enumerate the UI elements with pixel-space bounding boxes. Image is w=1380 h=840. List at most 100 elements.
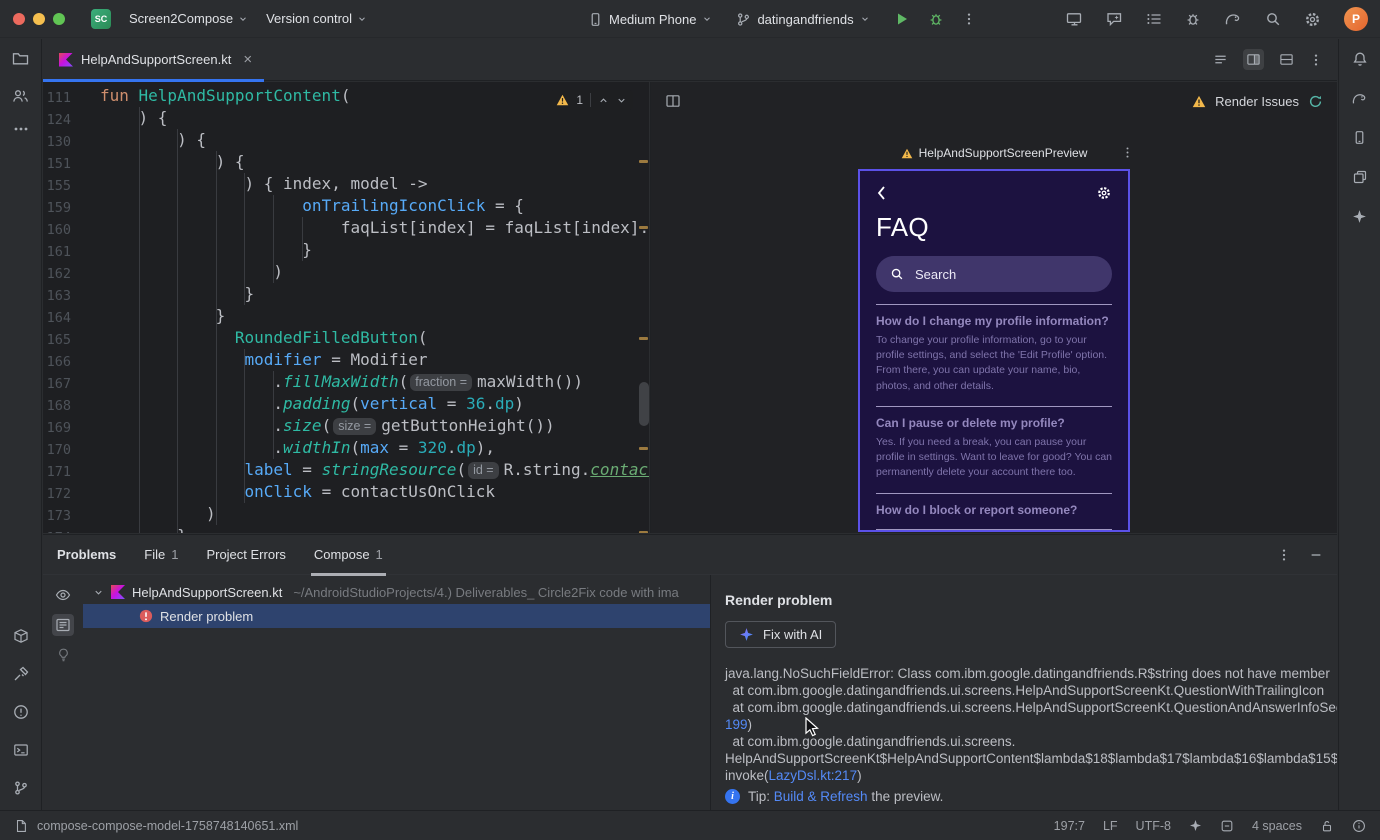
next-problem-icon[interactable]: [616, 95, 627, 106]
line-number[interactable]: 163: [43, 283, 71, 305]
file-encoding[interactable]: UTF-8: [1136, 819, 1171, 833]
more-tools-icon[interactable]: [13, 126, 29, 132]
search-icon[interactable]: [1265, 11, 1281, 27]
line-number[interactable]: 169: [43, 415, 71, 437]
build-hammer-icon[interactable]: [13, 666, 29, 682]
faq-item[interactable]: How do I block or report someone?: [876, 494, 1112, 530]
ai-assistant-icon[interactable]: [1106, 11, 1123, 27]
status-file-name[interactable]: compose-compose-model-1758748140651.xml: [37, 819, 298, 833]
run-configuration-selector[interactable]: datingandfriends: [736, 12, 869, 27]
line-number[interactable]: 124: [43, 107, 71, 129]
faq-item[interactable]: Why did my match disappear?: [876, 530, 1112, 531]
line-number[interactable]: 166: [43, 349, 71, 371]
code-line[interactable]: 173 ): [43, 503, 649, 525]
line-number[interactable]: 111: [43, 85, 71, 107]
line-number[interactable]: 173: [43, 503, 71, 525]
device-mirroring-icon[interactable]: [1066, 11, 1083, 27]
fix-with-ai-button[interactable]: Fix with AI: [725, 621, 837, 648]
error-stripe-mark[interactable]: [639, 160, 648, 163]
split-view-icon[interactable]: [665, 93, 681, 109]
minimize-panel-icon[interactable]: [1309, 548, 1323, 562]
people-icon[interactable]: [12, 88, 29, 104]
prev-problem-icon[interactable]: [598, 95, 609, 106]
tree-file-row[interactable]: HelpAndSupportScreen.kt ~/AndroidStudioP…: [83, 580, 710, 604]
details-view-icon[interactable]: [52, 614, 74, 636]
tab-project-errors[interactable]: Project Errors: [206, 535, 285, 575]
quick-fix-bulb-icon[interactable]: [56, 647, 71, 663]
faq-settings-gear-icon[interactable]: [1096, 185, 1112, 201]
line-number[interactable]: 151: [43, 151, 71, 173]
error-stripe-mark[interactable]: [639, 226, 648, 229]
terminal-icon[interactable]: [13, 742, 29, 758]
debug-button[interactable]: [928, 11, 944, 27]
notifications-bell-icon[interactable]: [1352, 51, 1368, 67]
problems-icon[interactable]: [13, 704, 29, 720]
line-number[interactable]: 172: [43, 481, 71, 503]
device-manager-icon[interactable]: [1352, 130, 1367, 145]
line-number[interactable]: 130: [43, 129, 71, 151]
line-number[interactable]: 160: [43, 217, 71, 239]
run-button[interactable]: [894, 11, 910, 27]
info-circle-icon[interactable]: [1352, 819, 1366, 833]
code-line[interactable]: 161 }: [43, 239, 649, 261]
tree-problem-row[interactable]: Render problem: [83, 604, 710, 628]
faq-item[interactable]: Can I pause or delete my profile? Yes. If…: [876, 407, 1112, 494]
code-line[interactable]: 124 ) {: [43, 107, 649, 129]
sync-status-icon[interactable]: [1220, 819, 1234, 833]
settings-gear-icon[interactable]: [1304, 11, 1321, 28]
close-window-button[interactable]: [13, 12, 25, 25]
line-number[interactable]: 168: [43, 393, 71, 415]
more-actions-icon[interactable]: [962, 12, 976, 26]
code-line[interactable]: 165 RoundedFilledButton(: [43, 327, 649, 349]
code-line[interactable]: 170 .widthIn(max = 320.dp),: [43, 437, 649, 459]
code-line[interactable]: 151 ) {: [43, 151, 649, 173]
code-line[interactable]: 159 onTrailingIconClick = {: [43, 195, 649, 217]
code-line[interactable]: 171 label = stringResource(id = R.string.…: [43, 459, 649, 481]
tab-file[interactable]: File 1: [144, 535, 178, 575]
line-number[interactable]: 171: [43, 459, 71, 481]
preview-more-icon[interactable]: [1121, 146, 1134, 159]
profiler-bug-icon[interactable]: [1185, 11, 1201, 27]
line-number[interactable]: 167: [43, 371, 71, 393]
line-number[interactable]: 162: [43, 261, 71, 283]
project-menu[interactable]: Screen2Compose: [129, 11, 248, 26]
build-refresh-link[interactable]: Build & Refresh: [774, 789, 868, 804]
line-number[interactable]: 155: [43, 173, 71, 195]
code-line[interactable]: 163 }: [43, 283, 649, 305]
unlock-icon[interactable]: [1320, 819, 1334, 833]
preview-eye-icon[interactable]: [55, 587, 71, 603]
code-line[interactable]: 168 .padding(vertical = 36.dp): [43, 393, 649, 415]
code-line[interactable]: 130 ) {: [43, 129, 649, 151]
split-right-icon[interactable]: [1243, 49, 1264, 70]
code-line[interactable]: 172 onClick = contactUsOnClick: [43, 481, 649, 503]
ai-status-icon[interactable]: [1189, 819, 1202, 832]
render-issues-label[interactable]: Render Issues: [1215, 94, 1299, 109]
gradle-icon[interactable]: [1224, 11, 1242, 27]
line-separator[interactable]: LF: [1103, 819, 1118, 833]
line-number[interactable]: 159: [43, 195, 71, 217]
inspection-widget[interactable]: 1: [550, 90, 633, 110]
tab-compose[interactable]: Compose 1: [310, 535, 386, 576]
zoom-window-button[interactable]: [53, 12, 65, 25]
code-line[interactable]: 167 .fillMaxWidth(fraction = maxWidth()): [43, 371, 649, 393]
indent-widget[interactable]: 4 spaces: [1252, 819, 1302, 833]
faq-item[interactable]: How do I change my profile information? T…: [876, 305, 1112, 407]
code-line[interactable]: 174 }: [43, 525, 649, 533]
editor-list-icon[interactable]: [1213, 52, 1228, 67]
minimize-window-button[interactable]: [33, 12, 45, 25]
structure-list-icon[interactable]: [1146, 11, 1162, 27]
error-stripe-mark[interactable]: [639, 447, 648, 450]
running-devices-icon[interactable]: [1352, 169, 1368, 185]
line-number[interactable]: 174: [43, 525, 71, 533]
line-number[interactable]: 161: [43, 239, 71, 261]
code-line[interactable]: 166 modifier = Modifier: [43, 349, 649, 371]
code-line[interactable]: 160 faqList[index] = faqList[index].copy…: [43, 217, 649, 239]
code-line[interactable]: 169 .size(size = getButtonHeight()): [43, 415, 649, 437]
error-stripe-mark[interactable]: [639, 337, 648, 340]
line-number[interactable]: 164: [43, 305, 71, 327]
gradle-tool-icon[interactable]: [1351, 91, 1368, 106]
stack-trace-link[interactable]: 199: [725, 717, 748, 732]
gemini-sparkle-icon[interactable]: [1352, 209, 1367, 224]
preview-title-row[interactable]: HelpAndSupportScreenPreview: [858, 146, 1130, 160]
editor-more-icon[interactable]: [1309, 53, 1323, 67]
